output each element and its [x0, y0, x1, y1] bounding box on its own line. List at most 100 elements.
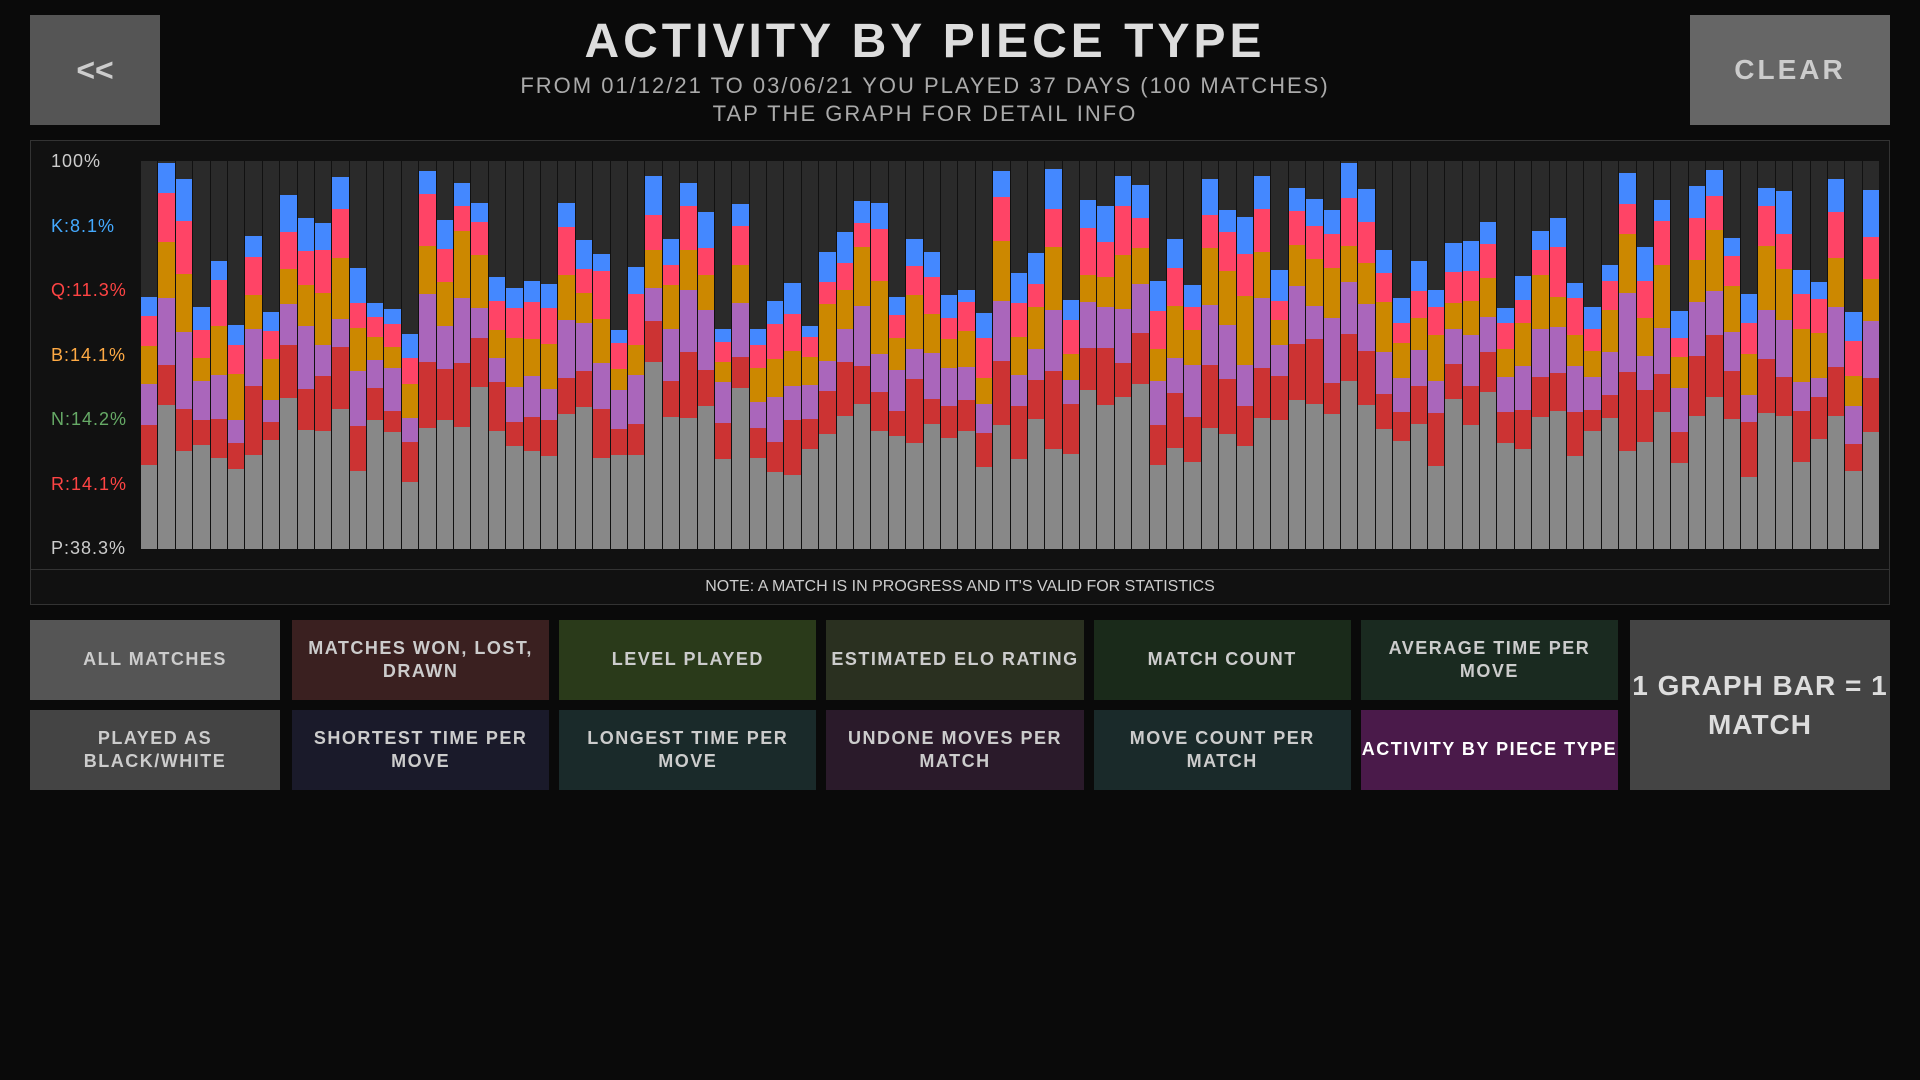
bar-group[interactable] — [732, 161, 748, 549]
bar-group[interactable] — [558, 161, 574, 549]
bar-group[interactable] — [854, 161, 870, 549]
bar-group[interactable] — [1376, 161, 1392, 549]
bar-group[interactable] — [298, 161, 314, 549]
bar-group[interactable] — [1863, 161, 1879, 549]
bar-group[interactable] — [1202, 161, 1218, 549]
bar-group[interactable] — [1637, 161, 1653, 549]
bar-group[interactable] — [1567, 161, 1583, 549]
bar-group[interactable] — [454, 161, 470, 549]
bar-group[interactable] — [1254, 161, 1270, 549]
bar-group[interactable] — [1150, 161, 1166, 549]
bar-group[interactable] — [941, 161, 957, 549]
chart-container[interactable]: 100% K:8.1% Q:11.3% B:14.1% N:14.2% R:14… — [30, 140, 1890, 570]
bar-group[interactable] — [1411, 161, 1427, 549]
bar-group[interactable] — [524, 161, 540, 549]
bar-group[interactable] — [1793, 161, 1809, 549]
back-button[interactable]: << — [30, 15, 160, 125]
bar-group[interactable] — [1445, 161, 1461, 549]
bar-group[interactable] — [611, 161, 627, 549]
bar-group[interactable] — [645, 161, 661, 549]
bar-group[interactable] — [1011, 161, 1027, 549]
bar-group[interactable] — [1097, 161, 1113, 549]
bar-group[interactable] — [489, 161, 505, 549]
bar-group[interactable] — [263, 161, 279, 549]
bar-group[interactable] — [228, 161, 244, 549]
bar-group[interactable] — [1706, 161, 1722, 549]
activity-piece-type-button[interactable]: ACTIVITY BY PIECE TYPE — [1361, 710, 1618, 790]
bar-group[interactable] — [1828, 161, 1844, 549]
bar-group[interactable] — [1845, 161, 1861, 549]
bar-group[interactable] — [1480, 161, 1496, 549]
bar-group[interactable] — [750, 161, 766, 549]
bar-group[interactable] — [1497, 161, 1513, 549]
bar-group[interactable] — [1289, 161, 1305, 549]
bars-area[interactable] — [141, 151, 1879, 559]
bar-group[interactable] — [419, 161, 435, 549]
bar-group[interactable] — [1028, 161, 1044, 549]
bar-group[interactable] — [1724, 161, 1740, 549]
bar-group[interactable] — [402, 161, 418, 549]
bar-group[interactable] — [698, 161, 714, 549]
bar-group[interactable] — [1532, 161, 1548, 549]
bar-group[interactable] — [211, 161, 227, 549]
bar-group[interactable] — [1324, 161, 1340, 549]
bar-group[interactable] — [1584, 161, 1600, 549]
bar-group[interactable] — [663, 161, 679, 549]
bar-group[interactable] — [1132, 161, 1148, 549]
bar-group[interactable] — [1689, 161, 1705, 549]
bar-group[interactable] — [1776, 161, 1792, 549]
matches-won-button[interactable]: MATCHES WON, LOST, DRAWN — [292, 620, 549, 700]
bar-group[interactable] — [193, 161, 209, 549]
bar-group[interactable] — [924, 161, 940, 549]
bar-group[interactable] — [1654, 161, 1670, 549]
bar-group[interactable] — [1515, 161, 1531, 549]
bar-group[interactable] — [1341, 161, 1357, 549]
bar-group[interactable] — [437, 161, 453, 549]
bar-group[interactable] — [245, 161, 261, 549]
bar-group[interactable] — [628, 161, 644, 549]
bar-group[interactable] — [1602, 161, 1618, 549]
longest-time-button[interactable]: LONGEST TIME PER MOVE — [559, 710, 816, 790]
level-played-button[interactable]: LEVEL PLAYED — [559, 620, 816, 700]
bar-group[interactable] — [541, 161, 557, 549]
bar-group[interactable] — [976, 161, 992, 549]
bar-group[interactable] — [1428, 161, 1444, 549]
bar-group[interactable] — [141, 161, 157, 549]
bar-group[interactable] — [1306, 161, 1322, 549]
bar-group[interactable] — [784, 161, 800, 549]
bar-group[interactable] — [350, 161, 366, 549]
bar-group[interactable] — [471, 161, 487, 549]
bar-group[interactable] — [802, 161, 818, 549]
bar-group[interactable] — [1167, 161, 1183, 549]
bar-group[interactable] — [889, 161, 905, 549]
all-matches-button[interactable]: ALL MATCHES — [30, 620, 280, 700]
bar-group[interactable] — [158, 161, 174, 549]
bar-group[interactable] — [1671, 161, 1687, 549]
bar-group[interactable] — [384, 161, 400, 549]
bar-group[interactable] — [315, 161, 331, 549]
bar-group[interactable] — [1393, 161, 1409, 549]
bar-group[interactable] — [819, 161, 835, 549]
bar-group[interactable] — [1741, 161, 1757, 549]
shortest-time-button[interactable]: SHORTEST TIME PER MOVE — [292, 710, 549, 790]
bar-group[interactable] — [176, 161, 192, 549]
bar-group[interactable] — [837, 161, 853, 549]
bar-group[interactable] — [1550, 161, 1566, 549]
bar-group[interactable] — [1115, 161, 1131, 549]
bar-group[interactable] — [993, 161, 1009, 549]
bar-group[interactable] — [576, 161, 592, 549]
bar-group[interactable] — [1219, 161, 1235, 549]
bar-group[interactable] — [871, 161, 887, 549]
bar-group[interactable] — [1045, 161, 1061, 549]
bar-group[interactable] — [958, 161, 974, 549]
match-count-button[interactable]: MATCH COUNT — [1094, 620, 1351, 700]
bar-group[interactable] — [680, 161, 696, 549]
bar-group[interactable] — [332, 161, 348, 549]
played-as-button[interactable]: PLAYED AS BLACK/WHITE — [30, 710, 280, 790]
bar-group[interactable] — [1619, 161, 1635, 549]
bar-group[interactable] — [1237, 161, 1253, 549]
bar-group[interactable] — [1184, 161, 1200, 549]
bar-group[interactable] — [1811, 161, 1827, 549]
bar-group[interactable] — [367, 161, 383, 549]
bar-group[interactable] — [906, 161, 922, 549]
